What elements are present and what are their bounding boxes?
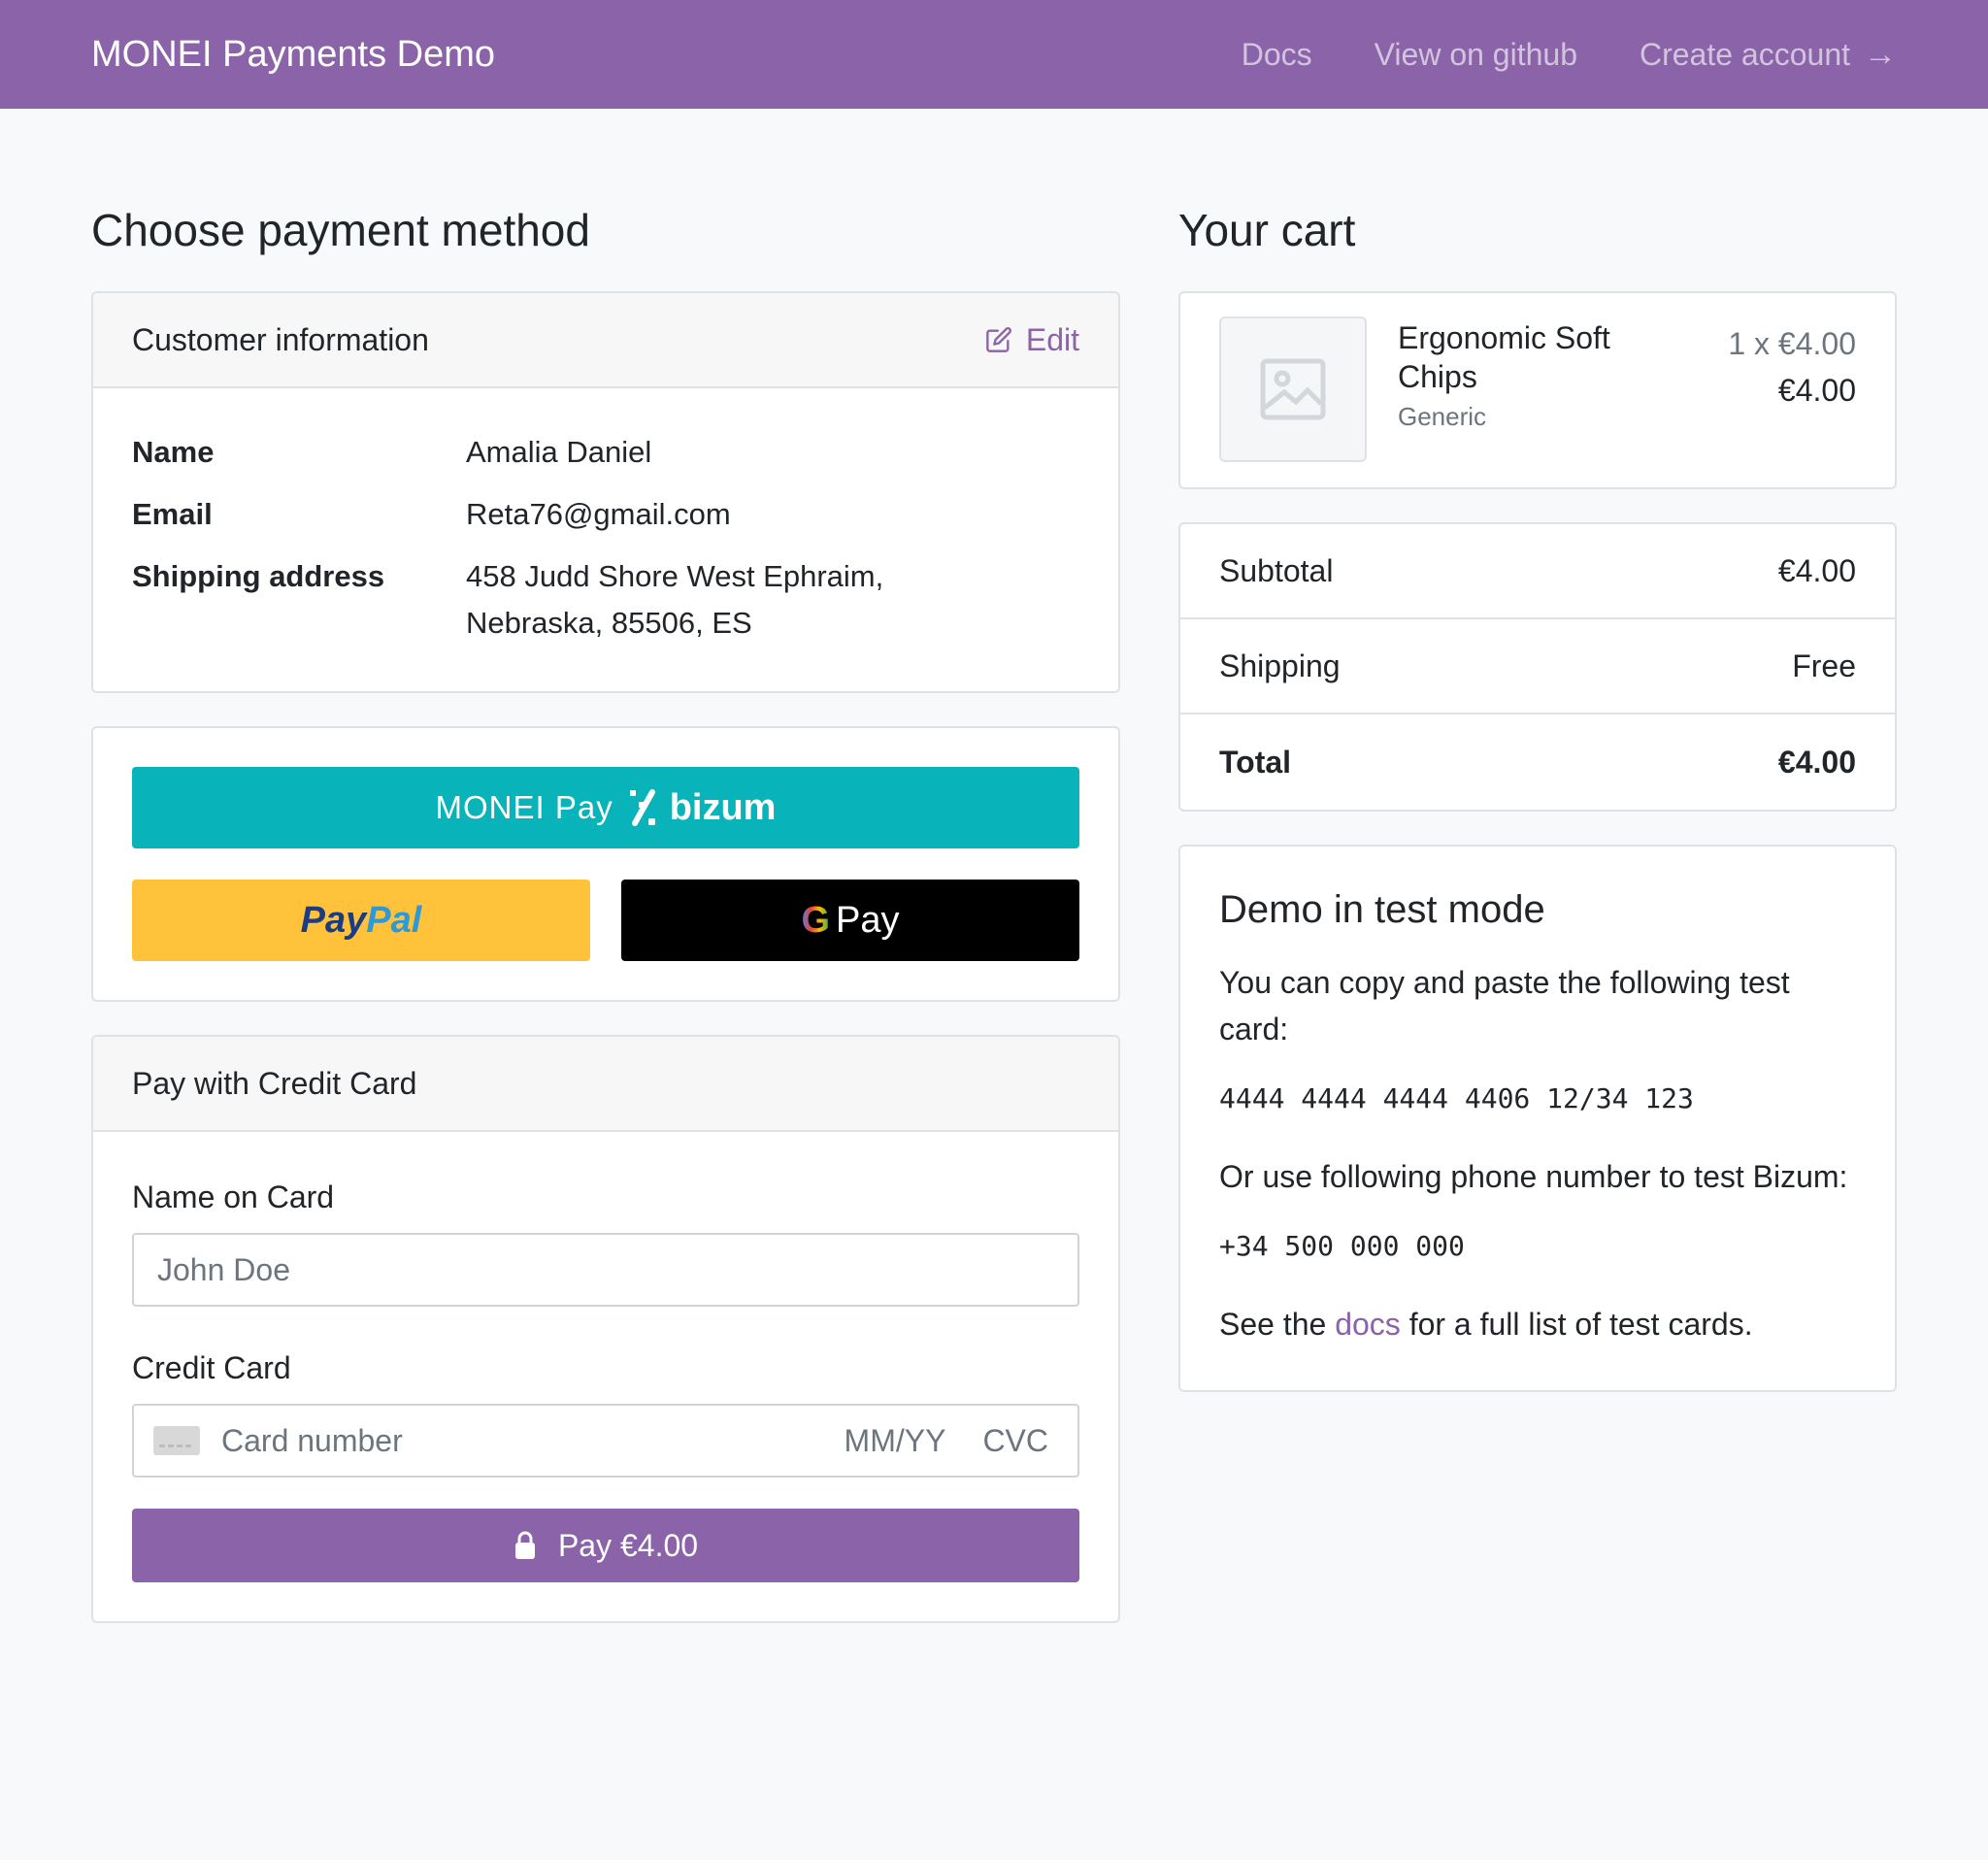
shipping-value: Free (1792, 648, 1856, 683)
credit-card-header: Pay with Credit Card (93, 1037, 1118, 1132)
test-phone-number[interactable]: +34 500 000 000 (1219, 1227, 1856, 1266)
info-row-address: Shipping address 458 Judd Shore West Eph… (132, 553, 1079, 647)
nav-link-docs[interactable]: Docs (1242, 37, 1312, 73)
name-value: Amalia Daniel (466, 435, 652, 469)
wallets-card: MONEI Pay bizum Pay Pal G Pay (91, 726, 1120, 1002)
cart-title: Your cart (1178, 205, 1356, 255)
demo-title: Demo in test mode (1219, 888, 1545, 931)
credit-card-card: Pay with Credit Card Name on Card John D… (91, 1035, 1120, 1623)
edit-label: Edit (1025, 321, 1079, 357)
credit-card-title: Pay with Credit Card (132, 1065, 417, 1101)
email-label: Email (132, 497, 213, 531)
card-number-input[interactable]: Card number MM/YY CVC (132, 1404, 1079, 1478)
product-thumbnail (1219, 316, 1367, 462)
image-placeholder-icon (1260, 358, 1326, 420)
nav-link-github[interactable]: View on github (1375, 37, 1577, 73)
edit-icon (986, 327, 1011, 352)
google-pay-label: Pay (836, 899, 900, 941)
list-item: Ergonomic Soft Chips Generic 1 x €4.00 €… (1180, 293, 1895, 487)
shipping-row: Shipping Free (1180, 619, 1895, 714)
name-label: Name (132, 435, 215, 469)
pay-button[interactable]: Pay €4.00 (132, 1509, 1079, 1582)
pay-button-label: Pay €4.00 (557, 1527, 699, 1563)
cart-item-card: Ergonomic Soft Chips Generic 1 x €4.00 €… (1178, 291, 1897, 489)
brand-title[interactable]: MONEI Payments Demo (91, 34, 495, 76)
paypal-logo-part2: Pal (366, 899, 422, 941)
test-card-number[interactable]: 4444 4444 4444 4406 12/34 123 (1219, 1079, 1856, 1118)
subtotal-label: Subtotal (1219, 552, 1334, 588)
nav-link-create-account[interactable]: Create account → (1640, 36, 1897, 74)
paypal-button[interactable]: Pay Pal (132, 880, 590, 961)
product-brand: Generic (1398, 402, 1487, 431)
lock-icon (514, 1531, 535, 1559)
bizum-button[interactable]: MONEI Pay bizum (132, 767, 1079, 848)
demo-text-card: You can copy and paste the following tes… (1219, 965, 1790, 1046)
info-row-email: Email Reta76@gmail.com (132, 491, 1079, 538)
edit-button[interactable]: Edit (985, 322, 1079, 358)
docs-text-before: See the (1219, 1307, 1327, 1342)
cart-column: Your cart Ergonomic Soft Chips Generic 1… (1178, 198, 1897, 1425)
credit-card-icon (153, 1426, 200, 1455)
demo-info-card: Demo in test mode You can copy and paste… (1178, 845, 1897, 1392)
bizum-prefix: MONEI Pay (435, 789, 613, 825)
shipping-label: Shipping (1219, 648, 1341, 683)
total-row: Total €4.00 (1180, 714, 1895, 810)
card-number-placeholder: Card number (221, 1422, 403, 1458)
product-line-total: €4.00 (1777, 373, 1856, 408)
customer-info-title: Customer information (132, 321, 429, 357)
demo-text-docs: See the docs for a full list of test car… (1219, 1301, 1856, 1347)
payment-column: Choose payment method Customer informati… (91, 198, 1120, 1656)
info-row-name: Name Amalia Daniel (132, 429, 1079, 476)
nav-links: Docs View on github Create account → (1179, 36, 1897, 74)
name-on-card-label: Name on Card (132, 1179, 335, 1214)
credit-card-label: Credit Card (132, 1350, 291, 1385)
customer-info-card: Customer information Edit Name Amalia Da… (91, 291, 1120, 693)
google-pay-button[interactable]: G Pay (621, 880, 1079, 961)
nav-link-create-account-label: Create account (1639, 36, 1850, 72)
google-g-icon: G (801, 899, 831, 941)
total-label: Total (1219, 744, 1292, 780)
product-quantity-price: 1 x €4.00 (1728, 326, 1856, 361)
name-on-card-placeholder: John Doe (157, 1251, 290, 1287)
totals-card: Subtotal €4.00 Shipping Free Total €4.00 (1178, 522, 1897, 812)
cvc-placeholder[interactable]: CVC (982, 1423, 1048, 1459)
demo-text-bizum: Or use following phone number to test Bi… (1219, 1159, 1848, 1194)
bizum-brand: bizum (669, 786, 777, 828)
customer-info-header: Customer information Edit (93, 293, 1118, 388)
total-value: €4.00 (1777, 744, 1856, 780)
page-title: Choose payment method (91, 205, 590, 255)
top-navbar: MONEI Payments Demo Docs View on github … (0, 0, 1988, 109)
address-value: 458 Judd Shore West Ephraim, Nebraska, 8… (466, 559, 884, 640)
address-label: Shipping address (132, 559, 385, 593)
bizum-icon (629, 789, 655, 826)
name-on-card-input[interactable]: John Doe (132, 1233, 1079, 1307)
expiry-placeholder[interactable]: MM/YY (845, 1423, 946, 1459)
docs-text-after: for a full list of test cards. (1408, 1307, 1753, 1342)
subtotal-row: Subtotal €4.00 (1180, 524, 1895, 619)
product-name: Ergonomic Soft Chips (1398, 320, 1610, 394)
docs-link[interactable]: docs (1335, 1307, 1401, 1342)
paypal-logo-part1: Pay (300, 899, 367, 941)
email-value: Reta76@gmail.com (466, 497, 731, 531)
arrow-right-icon: → (1864, 35, 1897, 73)
subtotal-value: €4.00 (1777, 552, 1856, 588)
customer-info-body: Name Amalia Daniel Email Reta76@gmail.co… (93, 388, 1118, 691)
